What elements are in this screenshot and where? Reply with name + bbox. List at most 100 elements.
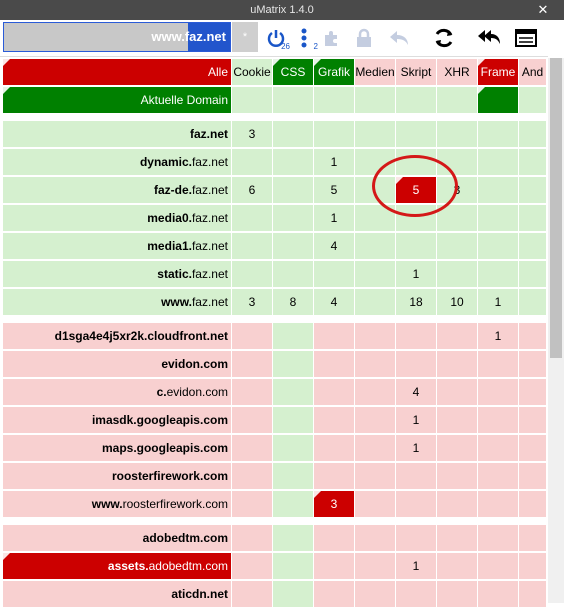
matrix-cell[interactable] [355,351,395,377]
power-button[interactable]: 26 [262,23,290,53]
matrix-cell[interactable] [355,261,395,287]
matrix-cell[interactable] [396,149,436,175]
matrix-cell[interactable] [478,553,518,579]
matrix-cell[interactable] [314,463,354,489]
matrix-cell[interactable] [519,289,546,315]
hostname-cell[interactable]: faz.net [3,121,231,147]
matrix-cell[interactable] [478,463,518,489]
matrix-cell[interactable] [437,379,477,405]
matrix-cell[interactable]: 1 [396,435,436,461]
matrix-cell[interactable] [232,407,272,433]
matrix-cell[interactable] [355,323,395,349]
column-header-xhr[interactable]: XHR [437,59,477,85]
matrix-cell[interactable] [232,323,272,349]
hostname-cell[interactable]: d1sga4e4j5xr2k.cloudfront.net [3,323,231,349]
hostname-cell[interactable]: www.faz.net [3,289,231,315]
matrix-cell[interactable]: 3 [232,289,272,315]
matrix-cell[interactable] [314,435,354,461]
matrix-cell[interactable] [355,379,395,405]
matrix-cell[interactable] [437,233,477,259]
matrix-cell[interactable] [355,407,395,433]
matrix-cell[interactable] [519,233,546,259]
matrix-cell[interactable] [232,581,272,607]
matrix-cell[interactable] [273,205,313,231]
hostname-cell[interactable]: static.faz.net [3,261,231,287]
revert-all-button[interactable] [475,23,503,53]
domain-row-cell[interactable] [273,87,313,113]
matrix-cell[interactable] [519,463,546,489]
matrix-cell[interactable] [478,491,518,517]
matrix-cell[interactable] [273,525,313,551]
domain-row-cell[interactable] [437,87,477,113]
matrix-cell[interactable] [519,261,546,287]
hostname-cell[interactable]: www.roosterfirework.com [3,491,231,517]
matrix-cell[interactable]: 4 [314,233,354,259]
matrix-cell[interactable] [314,553,354,579]
matrix-cell[interactable]: 6 [232,177,272,203]
matrix-cell[interactable]: 5 [314,177,354,203]
matrix-cell[interactable] [355,581,395,607]
matrix-cell[interactable] [314,525,354,551]
lock-button[interactable] [350,23,378,53]
domain-row-cell[interactable] [314,87,354,113]
matrix-cell[interactable]: 1 [478,289,518,315]
hostname-cell[interactable]: maps.googleapis.com [3,435,231,461]
matrix-cell[interactable] [232,553,272,579]
matrix-cell[interactable] [355,553,395,579]
matrix-cell[interactable]: 1 [314,149,354,175]
matrix-cell[interactable] [478,205,518,231]
domain-row-cell[interactable] [519,87,546,113]
matrix-cell[interactable] [273,323,313,349]
column-header-medien[interactable]: Medien [355,59,395,85]
domain-row-cell[interactable] [355,87,395,113]
matrix-cell[interactable] [273,379,313,405]
matrix-cell[interactable] [437,463,477,489]
matrix-cell[interactable] [314,121,354,147]
hostname-cell[interactable]: adobedtm.com [3,525,231,551]
matrix-cell[interactable] [232,525,272,551]
matrix-cell[interactable] [478,407,518,433]
matrix-cell[interactable] [355,205,395,231]
hostname-cell[interactable]: faz-de.faz.net [3,177,231,203]
matrix-cell[interactable]: 1 [314,205,354,231]
hostname-cell[interactable]: c.evidon.com [3,379,231,405]
close-icon[interactable]: ✕ [534,0,552,20]
matrix-cell[interactable] [273,491,313,517]
matrix-cell[interactable]: 4 [396,379,436,405]
matrix-cell[interactable] [355,149,395,175]
matrix-cell[interactable] [437,205,477,231]
matrix-cell[interactable] [437,553,477,579]
matrix-cell[interactable] [396,525,436,551]
matrix-cell[interactable]: 3 [437,177,477,203]
scrollbar-thumb[interactable] [550,58,562,358]
matrix-cell[interactable] [437,581,477,607]
list-button[interactable]: 2 [290,23,318,53]
reload-button[interactable] [430,23,458,53]
matrix-cell[interactable]: 1 [478,323,518,349]
matrix-cell[interactable] [519,323,546,349]
matrix-cell[interactable]: 3 [232,121,272,147]
vertical-scrollbar[interactable] [548,58,564,603]
matrix-cell[interactable] [273,261,313,287]
matrix-cell[interactable]: 10 [437,289,477,315]
matrix-cell[interactable] [273,407,313,433]
matrix-cell[interactable] [355,525,395,551]
matrix-cell[interactable] [396,121,436,147]
matrix-cell[interactable] [232,261,272,287]
matrix-cell[interactable] [232,351,272,377]
hostname-cell[interactable]: aticdn.net [3,581,231,607]
aktuelle-domain-cell[interactable]: Aktuelle Domain [3,87,231,113]
matrix-cell[interactable] [478,121,518,147]
matrix-cell[interactable] [273,121,313,147]
matrix-cell[interactable] [519,435,546,461]
matrix-cell[interactable] [355,177,395,203]
matrix-cell[interactable] [396,351,436,377]
matrix-cell[interactable] [519,177,546,203]
matrix-cell[interactable] [396,581,436,607]
matrix-cell[interactable] [273,553,313,579]
matrix-cell[interactable] [355,491,395,517]
hostname-cell[interactable]: evidon.com [3,351,231,377]
matrix-cell[interactable] [273,581,313,607]
matrix-cell[interactable] [232,463,272,489]
hostname-cell[interactable]: imasdk.googleapis.com [3,407,231,433]
